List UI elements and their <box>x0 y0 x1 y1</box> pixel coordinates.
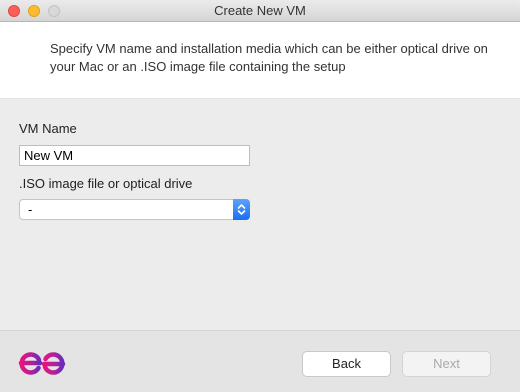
create-vm-window: Create New VM Specify VM name and instal… <box>0 0 520 392</box>
back-button[interactable]: Back <box>302 351 391 377</box>
iso-source-label: .ISO image file or optical drive <box>19 176 193 191</box>
instructions-header: Specify VM name and installation media w… <box>0 22 520 99</box>
iso-source-selected-value: - <box>28 202 33 217</box>
instructions-text: Specify VM name and installation media w… <box>50 41 488 74</box>
vm-name-input[interactable] <box>19 145 250 166</box>
window-title: Create New VM <box>214 3 306 18</box>
select-arrows-icon[interactable] <box>233 199 250 220</box>
footer-bar: Back Next <box>0 330 520 392</box>
eltima-ee-logo-icon <box>18 351 66 382</box>
iso-source-select[interactable]: - <box>19 199 250 220</box>
next-button[interactable]: Next <box>402 351 491 377</box>
title-bar: Create New VM <box>0 0 520 22</box>
vm-name-label: VM Name <box>19 121 77 136</box>
